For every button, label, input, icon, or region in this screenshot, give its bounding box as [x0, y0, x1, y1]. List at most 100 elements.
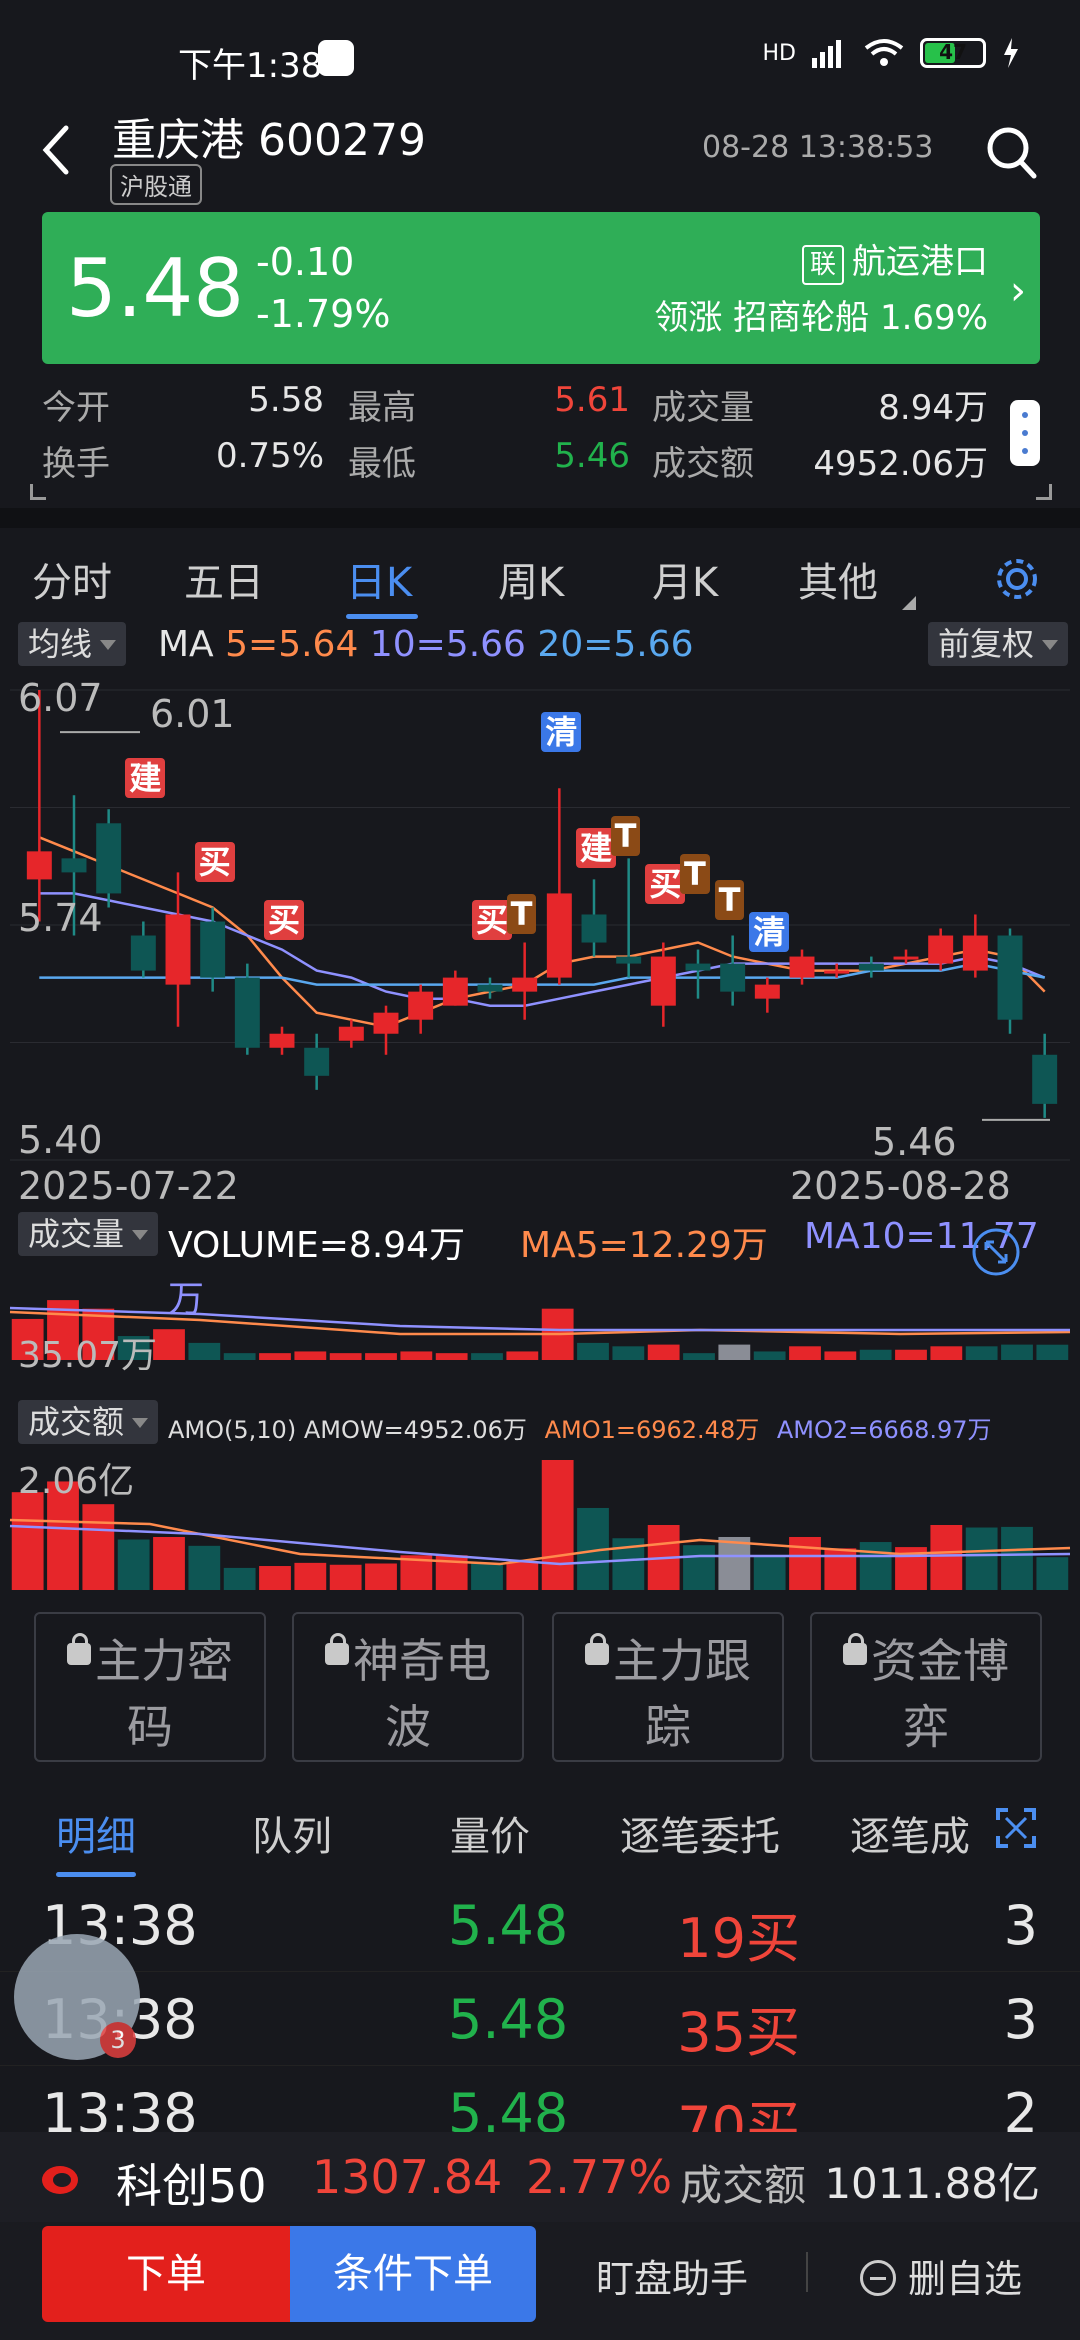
bar — [859, 1349, 892, 1360]
trade-signal: T — [610, 816, 641, 856]
back-arrow-icon[interactable] — [36, 120, 76, 180]
trade-quantity: 35买 — [677, 2001, 800, 2064]
bar — [612, 1346, 645, 1360]
candle-body — [26, 851, 52, 880]
tool-title-text: 主力密 — [95, 1634, 233, 1688]
bar — [400, 1351, 433, 1360]
stock-title: 重庆港 600279 — [112, 115, 426, 166]
candle-body — [165, 914, 191, 985]
bar — [435, 1353, 468, 1360]
bar — [329, 1564, 362, 1590]
period-tab[interactable]: 月K — [652, 550, 718, 608]
candle-body — [789, 956, 815, 978]
candle-body — [373, 1012, 399, 1034]
candle-body — [858, 963, 884, 971]
bar — [223, 1353, 256, 1360]
sector-leader: 领涨 招商轮船 1.69% — [654, 298, 988, 338]
divider — [806, 2252, 808, 2292]
trade-row: 13:38 5.48 19买 3 — [0, 1880, 1080, 1972]
network-label: HD — [762, 40, 796, 66]
bar — [789, 1536, 821, 1590]
bar — [753, 1555, 786, 1590]
axis-mid-label: 5.74 — [18, 896, 103, 940]
amount-selector[interactable]: 成交额 — [18, 1400, 159, 1444]
candle-body — [720, 963, 746, 992]
ma-prefix: MA — [158, 624, 214, 665]
ma-legend: MA 5=5.64 10=5.66 20=5.66 — [158, 624, 694, 665]
more-panel-handle[interactable] — [1010, 400, 1040, 466]
watch-helper-button[interactable]: 盯盘助手 — [596, 2248, 748, 2303]
period-tab[interactable]: 五日 — [184, 550, 264, 608]
locked-tool-card[interactable]: 神奇电波 — [292, 1612, 524, 1762]
peak-price-label: 6.01 — [150, 692, 235, 736]
bar — [1036, 1344, 1069, 1360]
period-tab[interactable]: 分时 — [32, 550, 112, 608]
locked-tool-card[interactable]: 资金博弈 — [810, 1612, 1042, 1762]
date-end-label: 2025-08-28 — [790, 1164, 1011, 1208]
price-banner[interactable]: 5.48 -0.10 -1.79% 联航运港口 领涨 招商轮船 1.69% › — [42, 212, 1040, 364]
assistant-avatar[interactable]: 3 — [14, 1934, 140, 2060]
volume-selector[interactable]: 成交量 — [18, 1212, 159, 1256]
sector-info[interactable]: 联航运港口 领涨 招商轮船 1.69% — [654, 234, 988, 346]
bar — [506, 1351, 539, 1360]
stats-grid[interactable]: 今开 5.58 最高 5.61 成交量 8.94万 换手 0.75% 最低 5.46 成交额 4952… — [0, 380, 1080, 500]
bar — [471, 1353, 503, 1360]
candle-body — [685, 963, 711, 971]
quote-datetime: 08-28 13:38:53 — [702, 130, 934, 165]
conditional-order-button[interactable]: 条件下单 — [290, 2226, 536, 2322]
candle-body — [546, 893, 572, 978]
period-tab[interactable]: 日K — [346, 550, 412, 608]
candle-body — [997, 935, 1023, 1020]
stat-value: 5.61 — [554, 380, 630, 420]
remove-watchlist-button[interactable]: 删自选 — [860, 2248, 1022, 2303]
locked-tool-card[interactable]: 主力密码 — [34, 1612, 266, 1762]
period-tab[interactable]: 其他 — [798, 550, 878, 608]
indicator-selector[interactable]: 均线 — [18, 622, 127, 666]
bar — [365, 1353, 397, 1360]
index-ticker[interactable]: 科创50 1307.84 2.77% 成交额 1011.88亿 — [0, 2132, 1080, 2222]
remove-watchlist-label: 删自选 — [908, 2257, 1023, 2301]
detail-tab[interactable]: 量价 — [450, 1804, 530, 1862]
tool-title-text: 神奇电 — [353, 1634, 491, 1688]
settings-gear-icon[interactable] — [992, 554, 1042, 604]
candle-body — [1032, 1054, 1058, 1104]
search-icon[interactable] — [984, 122, 1040, 182]
fullscreen-icon[interactable] — [994, 1806, 1038, 1850]
axis-high-label: 6.07 — [18, 676, 103, 720]
detail-tab[interactable]: 队列 — [252, 1804, 332, 1862]
volume-max-label: 35.07万 — [18, 1335, 158, 1376]
index-name: 科创50 — [116, 2159, 267, 2213]
bar — [1001, 1344, 1033, 1360]
bar — [824, 1548, 857, 1590]
battery-level: 47 — [939, 40, 967, 64]
ma20-value: 20=5.66 — [537, 624, 694, 665]
expand-chart-icon[interactable] — [970, 1226, 1022, 1278]
feature-tools: 主力密码神奇电波主力跟踪资金博弈 — [0, 1600, 1080, 1790]
app-logo-icon — [42, 2166, 78, 2194]
bottom-action-bar: 下单 条件下单 盯盘助手 删自选 — [0, 2222, 1080, 2340]
bar — [930, 1525, 963, 1590]
adjust-selector[interactable]: 前复权 — [928, 622, 1069, 666]
period-tab[interactable]: 周K — [498, 550, 564, 608]
bar — [683, 1353, 715, 1360]
bar — [82, 1504, 115, 1590]
bar — [471, 1563, 503, 1590]
tool-title-line2: 码 — [127, 1700, 173, 1754]
index-value: 1307.84 — [312, 2150, 503, 2204]
trade-signal: T — [714, 880, 745, 920]
detail-tab[interactable]: 逐笔委托 — [620, 1804, 780, 1862]
detail-tab[interactable]: 逐笔成 — [850, 1804, 978, 1862]
bar — [188, 1342, 221, 1360]
trade-price: 5.48 — [448, 1988, 569, 2051]
candle-body — [338, 1026, 364, 1041]
active-tab-underline — [346, 614, 418, 619]
trade-count: 3 — [1003, 1988, 1038, 2051]
locked-tool-card[interactable]: 主力跟踪 — [552, 1612, 784, 1762]
bar — [965, 1346, 998, 1360]
detail-tab[interactable]: 明细 — [56, 1804, 136, 1862]
corner-mark-left — [30, 484, 46, 500]
order-button[interactable]: 下单 — [42, 2226, 290, 2322]
stat-label: 成交量 — [652, 388, 754, 428]
trade-signal: T — [506, 894, 537, 934]
candle-body — [200, 921, 226, 978]
